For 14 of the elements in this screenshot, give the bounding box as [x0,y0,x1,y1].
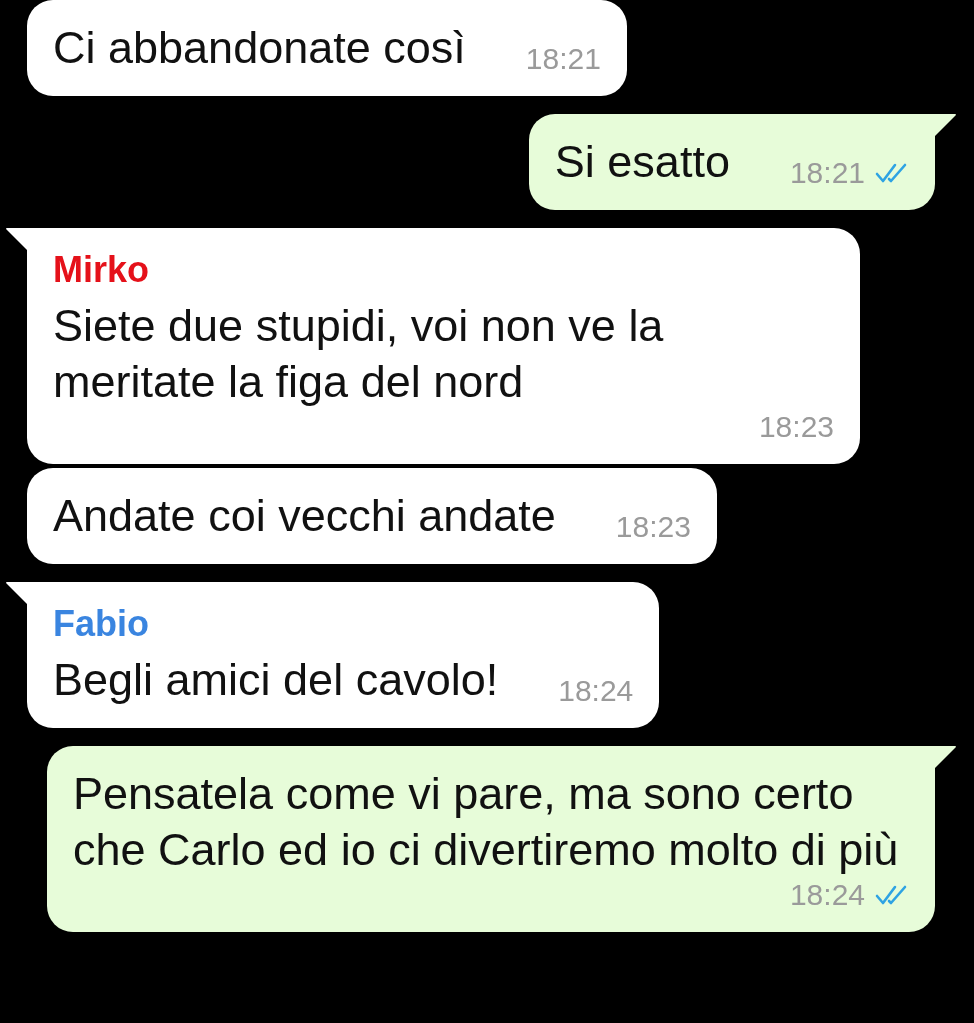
message-text: Pensatela come vi pare, ma sono certo che Carlo ed io ci divertiremo molto di più [73,767,900,877]
message-time: 18:23 [758,410,834,444]
message-text: Si esatto [554,135,730,189]
message-text: Ci abbandonate così [53,21,466,75]
message-text: Andate coi vecchi andate [53,489,556,543]
message-time: 18:23 [615,510,691,544]
message-time: 18:24 [558,674,634,708]
sender-name: Fabio [53,602,150,646]
sender-name: Mirko [53,248,150,292]
message-time: 18:21 [789,156,865,190]
message-text: Siete due stupidi, voi non ve la meritate la figa del nord [53,299,665,409]
message-text: Begli amici del cavolo! [53,653,499,707]
message-time: 18:24 [789,878,865,912]
message-time: 18:21 [525,42,601,76]
